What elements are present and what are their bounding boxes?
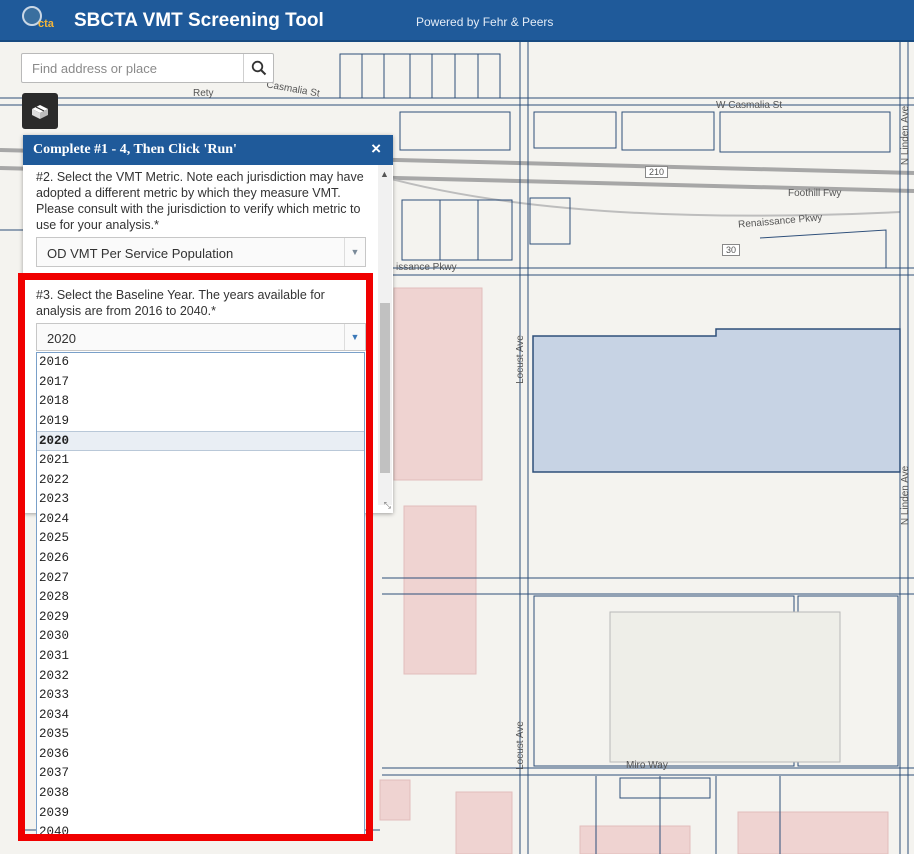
vmt-metric-value: OD VMT Per Service Population (47, 246, 234, 261)
year-option[interactable]: 2024 (37, 510, 364, 530)
app-title: SBCTA VMT Screening Tool (74, 10, 324, 31)
year-option[interactable]: 2017 (37, 373, 364, 393)
year-option[interactable]: 2039 (37, 804, 364, 824)
route-30-shield: 30 (722, 244, 741, 256)
toolbox-icon (32, 105, 48, 119)
app-header: cta SBCTA VMT Screening Tool Powered by … (0, 0, 914, 42)
powered-by-link[interactable]: Powered by Fehr & Peers (416, 15, 553, 29)
year-option[interactable]: 2028 (37, 588, 364, 608)
year-option[interactable]: 2021 (37, 451, 364, 471)
selected-parcel[interactable] (532, 328, 901, 473)
scrollbar-thumb[interactable] (380, 303, 390, 473)
street-label-locust-lower: Locust Ave (514, 721, 526, 770)
resize-handle-icon[interactable]: ⤡ (384, 500, 391, 511)
year-option[interactable]: 2016 (37, 353, 364, 373)
baseline-year-select[interactable]: 2020 ▼ (36, 323, 366, 351)
question-2-text: #2. Select the VMT Metric. Note each jur… (36, 170, 364, 232)
year-option[interactable]: 2031 (37, 647, 364, 667)
year-option[interactable]: 2038 (37, 784, 364, 804)
street-label-n-linden-mid: N Linden Ave (900, 465, 912, 526)
chevron-down-icon: ▼ (344, 238, 365, 266)
street-label-n-linden: N Linden Ave (900, 105, 912, 166)
year-option[interactable]: 2022 (37, 471, 364, 491)
street-label-renaissance-left: issance Pkwy (396, 262, 457, 273)
year-option[interactable]: 2018 (37, 392, 364, 412)
scroll-up-icon[interactable]: ▲ (380, 169, 389, 179)
baseline-year-options: 2016 2017 2018 2019 2020 2021 2022 2023 2024 2025… (36, 352, 365, 840)
year-option[interactable]: 2034 (37, 706, 364, 726)
panel-title: Complete #1 - 4, Then Click 'Run' (33, 142, 237, 157)
year-option[interactable]: 2036 (37, 745, 364, 765)
sbcta-logo: cta (22, 6, 60, 36)
search-button[interactable] (243, 54, 273, 82)
street-label-rety: Rety (193, 88, 214, 99)
year-option[interactable]: 2030 (37, 627, 364, 647)
year-option[interactable]: 2033 (37, 686, 364, 706)
year-option[interactable]: 2029 (37, 608, 364, 628)
question-3-text: #3. Select the Baseline Year. The years … (36, 288, 325, 318)
street-label-foothill: Foothill Fwy (788, 188, 842, 199)
year-option[interactable]: 2020 (37, 431, 364, 451)
search-input[interactable] (22, 54, 245, 82)
year-option[interactable]: 2040 (37, 823, 364, 839)
year-option[interactable]: 2025 (37, 529, 364, 549)
year-option[interactable]: 2037 (37, 764, 364, 784)
route-210-shield: 210 (645, 166, 669, 178)
toolbox-button[interactable] (22, 93, 58, 129)
vmt-metric-select[interactable]: OD VMT Per Service Population ▼ (36, 237, 366, 267)
street-label-locust: Locust Ave (514, 335, 526, 384)
panel-scrollbar[interactable]: ▲ (378, 165, 392, 505)
year-option[interactable]: 2026 (37, 549, 364, 569)
baseline-year-value: 2020 (47, 331, 76, 346)
panel-header: Complete #1 - 4, Then Click 'Run' × (23, 135, 393, 165)
street-label-w-casmalia: W Casmalia St (716, 100, 783, 111)
year-option[interactable]: 2023 (37, 490, 364, 510)
chevron-down-icon: ▼ (344, 324, 365, 350)
year-option[interactable]: 2019 (37, 412, 364, 432)
year-option[interactable]: 2032 (37, 667, 364, 687)
search-box (21, 53, 274, 83)
logo-text: cta (38, 18, 54, 30)
close-icon[interactable]: × (371, 139, 381, 159)
search-icon (251, 60, 266, 76)
street-label-miro: Miro Way (626, 760, 668, 771)
year-option[interactable]: 2027 (37, 569, 364, 589)
year-option[interactable]: 2035 (37, 725, 364, 745)
